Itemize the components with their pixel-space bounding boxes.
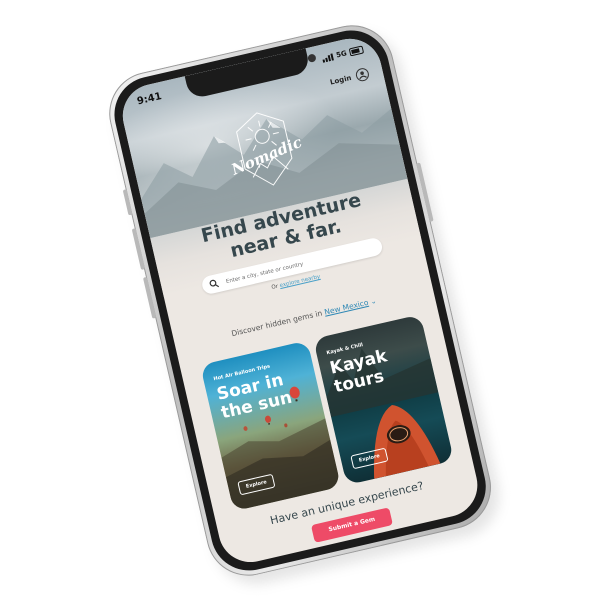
login-label: Login [329,73,353,87]
nearby-prefix: Or [271,283,279,291]
location-selector[interactable]: New Mexico [323,298,369,317]
search-icon [209,279,220,288]
phone-device: 9:41 5G Login Nomadic Find adventure nea… [100,16,508,593]
logo-wordmark: Nomadic [228,133,305,179]
discover-prefix: Discover hidden gems in [230,308,324,339]
mockup-stage: 9:41 5G Login Nomadic Find adventure nea… [0,0,600,600]
app-screen: 9:41 5G Login Nomadic Find adventure nea… [116,32,484,569]
chevron-down-icon[interactable]: ⌄ [370,297,378,306]
